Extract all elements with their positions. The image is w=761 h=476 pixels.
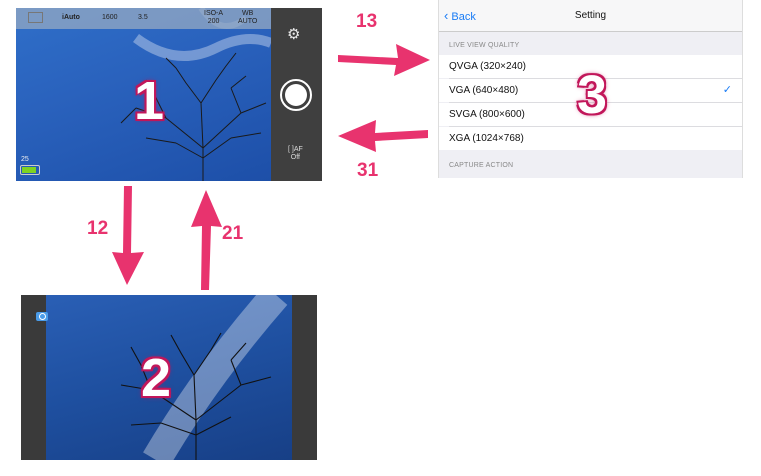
arrow-31 bbox=[338, 120, 428, 152]
arrow-label-13: 13 bbox=[356, 11, 378, 32]
arrow-21 bbox=[191, 190, 222, 290]
arrow-label-31: 31 bbox=[357, 160, 379, 181]
flow-arrows bbox=[112, 44, 430, 290]
arrow-12 bbox=[112, 186, 144, 285]
arrow-13 bbox=[338, 44, 430, 76]
arrow-label-12: 12 bbox=[87, 218, 109, 239]
arrow-label-21: 21 bbox=[222, 223, 244, 244]
